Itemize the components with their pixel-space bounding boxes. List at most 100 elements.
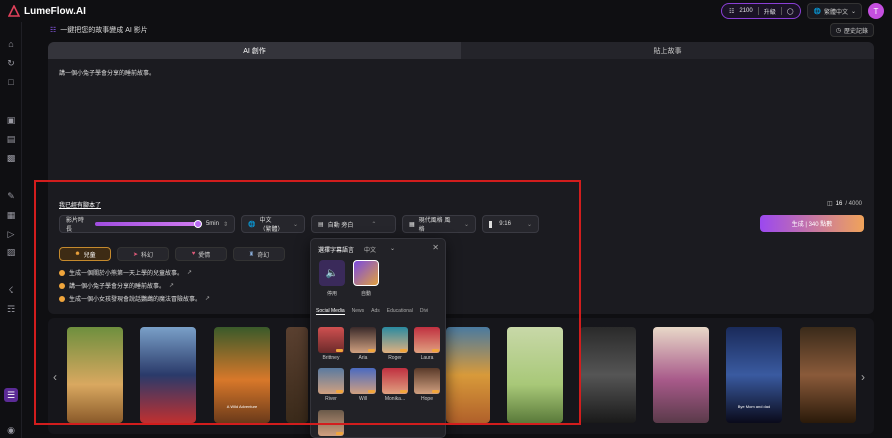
suggestion-dot-icon [59,282,65,289]
gallery-thumb[interactable] [580,327,636,423]
tab-divi[interactable]: Divi [420,308,428,315]
gallery-thumb[interactable] [140,327,196,423]
duration-value: 5min [205,221,219,227]
language-dropdown[interactable]: 🌐 中文（繁體） ⌄ [241,215,305,233]
chat-icon[interactable]: ◉ [5,424,17,436]
translate-icon[interactable]: ☇ [5,284,17,296]
clock-icon: ◷ [835,27,841,34]
char-counter: ◫ 16 / 4000 [827,200,862,208]
chip-label: 愛情 [198,252,211,259]
gallery-thumb[interactable] [653,327,709,423]
credits-pill[interactable]: ☷ 2100 升級 ◯ [720,3,802,19]
chip-romance[interactable]: ♥ 愛情 [175,247,227,261]
history-button[interactable]: ◷ 歷史記錄 [829,23,874,37]
sync-icon[interactable]: ↻ [5,57,17,69]
avatar [350,327,376,353]
popup-language-value: 中文 [364,248,377,254]
voice-name: Brittney [322,355,340,361]
suggestion-item[interactable]: 生成一個小女孩發現會說話鸚鵡的魔法冒險故事。 ↗ [59,294,210,303]
gallery-thumb[interactable] [286,327,308,423]
portrait-icon [489,220,493,228]
heart-icon: ♥ [191,251,196,257]
voice-card[interactable]: River [318,368,344,402]
tab-ads[interactable]: Ads [371,308,380,315]
globe-icon: 🌐 [813,8,821,15]
folder-icon[interactable]: □ [5,76,17,88]
voice-dropdown[interactable]: ▤ 自動 旁白 ⌃ [311,215,396,233]
gallery-thumb[interactable] [67,327,123,423]
avatar[interactable]: T [868,3,884,19]
database-icon[interactable]: ☰ [4,388,18,402]
image-icon[interactable]: ▣ [5,114,17,126]
tab-ai-create[interactable]: AI 創作 [48,42,461,59]
gallery-thumb[interactable] [800,327,856,423]
duration-slider[interactable] [95,220,202,228]
gallery-thumb[interactable] [446,327,490,423]
edit-icon[interactable]: ✎ [5,190,17,202]
voice-name: Aria [358,355,368,361]
voice-card[interactable]: Roger [382,327,408,361]
upgrade-button[interactable]: 升級 [764,7,776,16]
refresh-icon[interactable]: ◯ [787,8,794,15]
gallery-prev-icon[interactable]: ‹ [53,370,57,384]
voice-card[interactable]: Hope [414,368,440,402]
gallery-thumb[interactable]: Bye Mom and dad [726,327,782,423]
voice-card[interactable]: Will [350,368,376,402]
suggestion-text: 生成一個小女孩發現會說話鸚鵡的魔法冒險故事。 [69,297,202,303]
avatar [318,368,344,394]
generate-button[interactable]: 生成 | 340 點數 [760,215,864,232]
voice-value: 自動 旁白 [327,222,354,229]
trash-icon[interactable]: ◫ [827,200,833,207]
avatar [382,368,408,394]
suggestion-text: 生成一個關於小熊第一天上學的兒童故事。 [69,271,184,277]
voice-category-tabs: Social Media News Ads Educational Divi [316,308,428,315]
mute-option[interactable]: 🔈 [319,260,345,286]
external-link-icon: ↗ [205,296,211,302]
avatar [318,410,344,436]
gallery-next-icon[interactable]: › [861,370,865,384]
style-dropdown[interactable]: ▦ 現代風格 風格 ⌄ [402,215,476,233]
suggestion-item[interactable]: 講一個小兔子學會分享的睡前故事。 ↗ [59,281,174,290]
credits-count: 2100 [739,8,753,14]
aspect-dropdown[interactable]: 9:16 ⌄ [482,215,539,233]
chip-fantasy[interactable]: ♜ 奇幻 [233,247,285,261]
language-selector[interactable]: 🌐 繁體中文 ⌄ [807,3,862,19]
gallery-thumb[interactable]: A Wild Adventure [214,327,270,423]
close-icon[interactable]: ✕ [432,243,439,252]
script-link[interactable]: 我已經有腳本了 [59,200,101,209]
auto-option[interactable] [353,260,379,286]
top-bar: LumeFlow.AI ☷ 2100 升級 ◯ 🌐 繁體中文 ⌄ T [0,0,892,22]
photo-icon[interactable]: ▨ [5,246,17,258]
story-input[interactable]: 講一個小兔子學會分享的睡前故事。 [59,68,155,77]
slider-handle[interactable] [193,220,202,228]
media-icon[interactable]: ▩ [5,152,17,164]
suggestion-item[interactable]: 生成一個關於小熊第一天上學的兒童故事。 ↗ [59,268,192,277]
tab-social-media[interactable]: Social Media [316,308,345,315]
gallery-icon[interactable]: ▤ [5,133,17,145]
voice-card[interactable]: Monika... [382,368,408,402]
avatar [414,327,440,353]
book-icon[interactable]: ☶ [5,303,17,315]
chip-scifi[interactable]: ➤ 科幻 [117,247,169,261]
tab-news[interactable]: News [352,308,365,315]
tab-educational[interactable]: Educational [387,308,413,315]
logo[interactable]: LumeFlow.AI [8,5,86,17]
stepper-icon[interactable]: ⇕ [223,221,228,228]
gallery-thumb[interactable] [507,327,563,423]
video-icon[interactable]: ▷ [5,228,17,240]
external-link-icon: ↗ [169,283,175,289]
speaker-icon: 🔈 [325,267,339,279]
voice-card[interactable]: Aria [350,327,376,361]
voice-card[interactable] [318,410,344,436]
castle-icon: ♜ [248,251,255,258]
chip-kids[interactable]: ☻ 兒童 [59,247,111,261]
voice-card[interactable]: Brittney [318,327,344,361]
voice-card[interactable]: Laura [414,327,440,361]
crop-icon[interactable]: ▦ [5,209,17,221]
chip-label: 科幻 [141,252,154,259]
rocket-icon: ➤ [132,251,138,258]
tab-paste-story[interactable]: 貼上故事 [461,42,874,59]
home-icon[interactable]: ⌂ [5,38,17,50]
page-heading: ☷ 一鍵把您的故事變成 AI 影片 [50,25,148,35]
popup-language-select[interactable]: 中文 ⌄ [364,245,395,254]
